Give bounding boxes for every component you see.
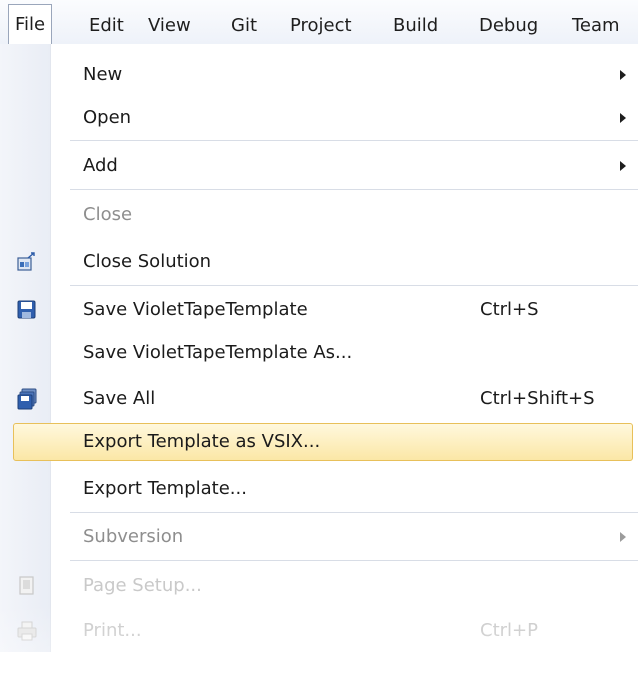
file-menu-dropdown: New Open Add Close Close Solution Save V… bbox=[0, 44, 638, 696]
separator bbox=[70, 560, 638, 561]
menu-item-save-as[interactable]: Save VioletTapeTemplate As... bbox=[0, 332, 638, 374]
menu-item-label: Save All bbox=[83, 388, 156, 409]
menu-item-label: Export Template as VSIX... bbox=[83, 431, 321, 452]
separator bbox=[70, 285, 638, 286]
page-setup-icon bbox=[16, 575, 38, 597]
menu-team[interactable]: Team bbox=[572, 14, 620, 38]
menu-item-label: New bbox=[83, 64, 123, 85]
menu-item-label: Page Setup... bbox=[83, 575, 202, 596]
menu-git[interactable]: Git bbox=[231, 14, 257, 38]
menu-item-export-vsix[interactable]: Export Template as VSIX... bbox=[0, 421, 638, 463]
menu-item-label: Save VioletTapeTemplate As... bbox=[83, 342, 353, 363]
submenu-arrow-icon bbox=[620, 532, 626, 542]
menu-item-open[interactable]: Open bbox=[0, 97, 638, 139]
menu-file[interactable]: File bbox=[8, 4, 53, 45]
menu-item-label: Export Template... bbox=[83, 478, 247, 499]
separator bbox=[70, 140, 638, 141]
menu-item-label: Add bbox=[83, 155, 118, 176]
menu-item-page-setup[interactable]: Page Setup... bbox=[0, 565, 638, 607]
submenu-arrow-icon bbox=[620, 113, 626, 123]
menu-item-add[interactable]: Add bbox=[0, 145, 638, 187]
save-all-icon bbox=[16, 388, 38, 410]
menu-item-new[interactable]: New bbox=[0, 54, 638, 96]
menu-project[interactable]: Project bbox=[290, 14, 352, 38]
menu-item-label: Print... bbox=[83, 620, 142, 641]
menu-debug[interactable]: Debug bbox=[479, 14, 538, 38]
menu-bar: File Edit View Git Project Build Debug T… bbox=[0, 0, 638, 45]
menu-item-label: Open bbox=[83, 107, 132, 128]
menu-item-close[interactable]: Close bbox=[0, 194, 638, 236]
separator bbox=[70, 189, 638, 190]
shortcut-text: Ctrl+S bbox=[480, 299, 539, 320]
printer-icon bbox=[16, 620, 38, 642]
menu-edit[interactable]: Edit bbox=[89, 14, 124, 38]
shortcut-text: Ctrl+P bbox=[480, 620, 538, 641]
menu-item-export-template[interactable]: Export Template... bbox=[0, 468, 638, 510]
shortcut-text: Ctrl+Shift+S bbox=[480, 388, 595, 409]
menu-item-label: Close Solution bbox=[83, 251, 212, 272]
menu-item-save-all[interactable]: Save All Ctrl+Shift+S bbox=[0, 378, 638, 420]
menu-item-subversion[interactable]: Subversion bbox=[0, 516, 638, 558]
menu-item-print[interactable]: Print... Ctrl+P bbox=[0, 610, 638, 652]
menu-item-label: Save VioletTapeTemplate bbox=[83, 299, 308, 320]
menu-view[interactable]: View bbox=[148, 14, 191, 38]
close-solution-icon bbox=[16, 251, 38, 273]
separator bbox=[70, 512, 638, 513]
menu-item-label: Close bbox=[83, 204, 133, 225]
menu-item-label: Subversion bbox=[83, 526, 184, 547]
menu-build[interactable]: Build bbox=[393, 14, 438, 38]
submenu-arrow-icon bbox=[620, 70, 626, 80]
floppy-disk-icon bbox=[16, 299, 38, 321]
menu-item-close-solution[interactable]: Close Solution bbox=[0, 241, 638, 283]
submenu-arrow-icon bbox=[620, 161, 626, 171]
menu-item-save[interactable]: Save VioletTapeTemplate Ctrl+S bbox=[0, 289, 638, 331]
